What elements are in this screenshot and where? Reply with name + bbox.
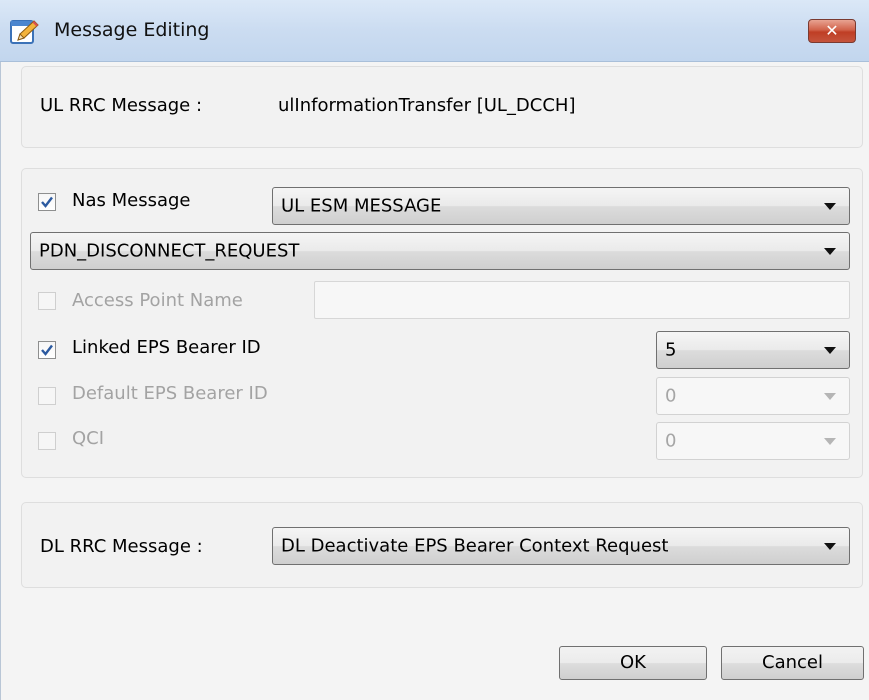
chevron-down-icon: [824, 438, 836, 445]
nas-message-select[interactable]: UL ESM MESSAGE: [272, 187, 850, 225]
access-point-name-label: Access Point Name: [72, 290, 243, 311]
title-bar: Message Editing ✕: [0, 0, 869, 62]
close-icon: ✕: [825, 21, 839, 40]
default-eps-bearer-id-select-value: 0: [665, 385, 677, 407]
cancel-button-label: Cancel: [762, 652, 823, 673]
ul-rrc-panel: UL RRC Message : ulInformationTransfer […: [21, 66, 863, 148]
chevron-down-icon: [824, 203, 836, 210]
message-type-select-value: PDN_DISCONNECT_REQUEST: [39, 240, 300, 262]
qci-label: QCI: [72, 428, 105, 449]
ok-button[interactable]: OK: [559, 646, 707, 680]
chevron-down-icon: [824, 347, 836, 354]
default-eps-bearer-id-checkbox[interactable]: [38, 387, 56, 405]
dialog-body: UL RRC Message : ulInformationTransfer […: [0, 62, 869, 700]
nas-message-checkbox[interactable]: [38, 193, 56, 211]
chevron-down-icon: [824, 393, 836, 400]
dl-rrc-message-select[interactable]: DL Deactivate EPS Bearer Context Request: [272, 527, 850, 565]
check-icon: [41, 344, 53, 356]
close-button[interactable]: ✕: [808, 19, 856, 43]
nas-panel: Nas Message UL ESM MESSAGE PDN_DISCONNEC…: [21, 168, 863, 478]
nas-message-select-value: UL ESM MESSAGE: [281, 195, 442, 217]
window-title: Message Editing: [54, 19, 210, 41]
edit-pencil-icon: [10, 20, 39, 44]
qci-checkbox[interactable]: [38, 432, 56, 450]
ul-rrc-message-label: UL RRC Message :: [40, 95, 203, 116]
dl-rrc-message-label: DL RRC Message :: [40, 536, 203, 557]
ok-button-label: OK: [620, 652, 646, 673]
linked-eps-bearer-id-label: Linked EPS Bearer ID: [72, 337, 261, 358]
nas-message-label: Nas Message: [72, 190, 191, 211]
linked-eps-bearer-id-select[interactable]: 5: [656, 331, 850, 369]
linked-eps-bearer-id-select-value: 5: [665, 339, 677, 361]
default-eps-bearer-id-label: Default EPS Bearer ID: [72, 383, 268, 404]
check-icon: [41, 196, 53, 208]
qci-select[interactable]: 0: [656, 422, 850, 460]
dl-rrc-panel: DL RRC Message : DL Deactivate EPS Beare…: [21, 502, 863, 588]
access-point-name-checkbox[interactable]: [38, 292, 56, 310]
linked-eps-bearer-id-checkbox[interactable]: [38, 341, 56, 359]
qci-select-value: 0: [665, 430, 677, 452]
access-point-name-input[interactable]: [314, 281, 850, 319]
ul-rrc-message-value: ulInformationTransfer [UL_DCCH]: [278, 95, 576, 116]
default-eps-bearer-id-select[interactable]: 0: [656, 377, 850, 415]
dl-rrc-message-select-value: DL Deactivate EPS Bearer Context Request: [281, 535, 669, 557]
cancel-button[interactable]: Cancel: [721, 646, 864, 680]
chevron-down-icon: [824, 543, 836, 550]
chevron-down-icon: [824, 248, 836, 255]
message-type-select[interactable]: PDN_DISCONNECT_REQUEST: [30, 232, 850, 270]
